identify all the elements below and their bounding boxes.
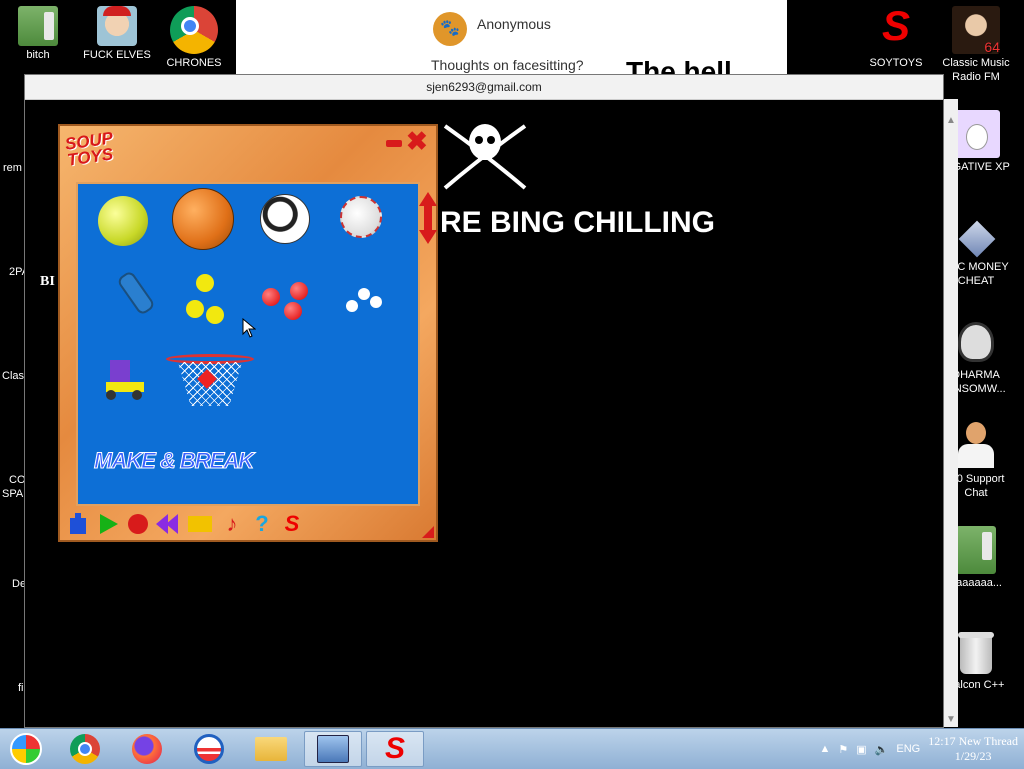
souptoys-logo: SOUP TOYS — [63, 128, 115, 170]
resize-handle[interactable] — [422, 526, 434, 538]
browser-title-bar[interactable]: sjen6293@gmail.com — [25, 75, 943, 100]
desktop-icon-soytoys[interactable]: S SOYTOYS — [858, 2, 934, 70]
start-button[interactable] — [0, 731, 52, 767]
clock-time: 12:17 — [928, 734, 956, 748]
souptoys-toolbar: ♪ ? S — [66, 510, 304, 538]
soytoys-icon[interactable]: S — [280, 512, 304, 536]
music-icon[interactable]: ♪ — [220, 512, 244, 536]
basketball-hoop-icon[interactable] — [166, 354, 254, 410]
red-marbles-icon[interactable] — [262, 288, 280, 306]
taskbar-souptoys[interactable]: S — [366, 731, 424, 767]
desktop-icon-label: Classic Music Radio FM — [942, 57, 1010, 83]
post-text: Thoughts on facesitting? — [431, 57, 584, 73]
flag-icon[interactable]: ⚑ — [838, 743, 848, 756]
desktop-icon-label: FUCK ELVES — [83, 49, 151, 61]
rewind-icon[interactable] — [156, 512, 180, 536]
desktop-icon-bitch[interactable]: bitch — [0, 6, 76, 62]
taskbar-chrome[interactable] — [56, 731, 114, 767]
help-icon[interactable]: ? — [250, 512, 274, 536]
caterpillar-icon[interactable] — [116, 269, 156, 317]
tennis-ball-icon[interactable] — [98, 196, 148, 246]
network-status-icon[interactable]: ▣ — [856, 743, 866, 756]
post-author: Anonymous — [477, 16, 551, 32]
folder-icon — [255, 737, 287, 761]
portrait-icon: 64 — [952, 6, 1000, 54]
volume-icon[interactable]: 🔈 — [875, 743, 889, 756]
folder-icon — [956, 526, 996, 574]
scroll-arrow-icon[interactable] — [419, 192, 437, 244]
page-side-text: BI — [40, 274, 55, 289]
diamond-icon — [956, 218, 996, 258]
bunny-icon — [952, 110, 1000, 158]
desktop-partial-label[interactable]: rem — [3, 162, 22, 174]
scroll-up-icon[interactable]: ▲ — [944, 115, 958, 126]
desktop-icon-chrones[interactable]: CHRONES — [156, 6, 232, 70]
white-balls-icon[interactable] — [358, 288, 370, 300]
browser-title: sjen6293@gmail.com — [426, 80, 542, 94]
yellow-balls-icon[interactable] — [196, 274, 214, 292]
recycle-bin-icon — [956, 630, 996, 676]
desktop-icon-classic-music[interactable]: 64 Classic Music Radio FM — [936, 6, 1016, 84]
soytoys-icon: S — [384, 732, 405, 765]
desktop-icon-label: CHRONES — [166, 57, 222, 69]
chrome-icon — [170, 6, 218, 54]
clock-date: 1/29/23 — [954, 749, 992, 763]
minimize-button[interactable] — [386, 140, 402, 147]
post-preview[interactable]: 🐾 Anonymous Thoughts on facesitting? The… — [236, 0, 787, 87]
desktop-partial-label[interactable]: fi — [18, 682, 24, 694]
skull-icon — [952, 318, 1000, 366]
chevron-up-icon[interactable]: ▲ — [820, 743, 831, 755]
pirate-flag-icon — [443, 124, 527, 190]
make-and-break-title[interactable]: MAKE & BREAK — [93, 448, 254, 474]
white-balls-icon[interactable] — [346, 300, 358, 312]
taskbar-file-explorer[interactable] — [242, 731, 300, 767]
desktop-icon-fuck-elves[interactable]: FUCK ELVES — [79, 6, 155, 62]
folder-icon — [18, 6, 58, 46]
firefox-icon — [132, 734, 162, 764]
paw-avatar-icon: 🐾 — [433, 12, 467, 46]
baseball-icon[interactable] — [340, 196, 382, 238]
taskbar-obama[interactable] — [180, 731, 238, 767]
stop-icon[interactable] — [186, 512, 214, 536]
desktop-icon-label: SOYTOYS — [869, 57, 923, 69]
clock-notification: New Thread — [958, 734, 1018, 748]
taskbar-firefox[interactable] — [118, 731, 176, 767]
clock[interactable]: 12:17 New Thread 1/29/23 — [928, 734, 1018, 764]
white-balls-icon[interactable] — [370, 296, 382, 308]
weight-icon[interactable] — [66, 512, 90, 536]
language-indicator[interactable]: ENG — [896, 743, 920, 755]
system-tray: ▲ ⚑ ▣ 🔈 ENG 12:17 New Thread 1/29/23 — [820, 729, 1024, 769]
taskbar-network[interactable] — [304, 731, 362, 767]
toy-palette[interactable]: MAKE & BREAK — [76, 182, 420, 506]
roller-skate-icon[interactable] — [102, 360, 146, 400]
red-marbles-icon[interactable] — [290, 282, 308, 300]
red-marbles-icon[interactable] — [284, 302, 302, 320]
scroll-down-icon[interactable]: ▼ — [944, 714, 958, 725]
play-icon[interactable] — [96, 512, 120, 536]
record-icon[interactable] — [126, 512, 150, 536]
browser-scrollbar[interactable]: ▲ ▼ — [944, 99, 958, 727]
chrome-icon — [70, 734, 100, 764]
basketball-icon[interactable] — [172, 188, 234, 250]
page-headline: RE BING CHILLING — [440, 206, 715, 239]
network-icon — [317, 735, 349, 763]
soytoys-icon: S — [881, 2, 910, 49]
elf-icon — [97, 6, 137, 46]
desktop-icon-label: bitch — [26, 49, 50, 61]
obama-icon — [194, 734, 224, 764]
doctor-icon — [952, 422, 1000, 470]
windows-start-icon — [10, 733, 42, 765]
desktop-partial-label[interactable]: Clas — [2, 370, 24, 382]
close-icon[interactable]: ✖ — [406, 128, 428, 154]
soccer-ball-icon[interactable] — [260, 194, 310, 244]
mouse-cursor-icon — [242, 318, 256, 338]
taskbar: S ▲ ⚑ ▣ 🔈 ENG 12:17 New Thread 1/29/23 — [0, 728, 1024, 769]
yellow-balls-icon[interactable] — [186, 300, 204, 318]
yellow-balls-icon[interactable] — [206, 306, 224, 324]
